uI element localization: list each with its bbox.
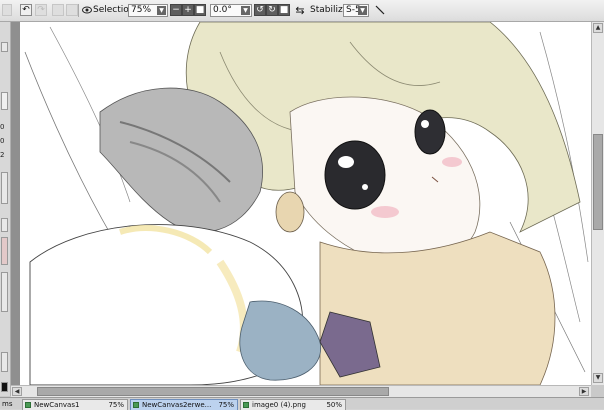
fill-icon[interactable] (66, 4, 78, 16)
vertical-scrollbar[interactable]: ▲ ▼ (591, 22, 604, 385)
canvas-tab-bar: ms NewCanvas1 75% NewCanvas2erwe... 75% … (0, 397, 604, 410)
chevron-down-icon: ▼ (241, 6, 250, 15)
toolbar: ↶ ↷ Selection 75% ▼ − + ■ 0.0° ▼ ↺ ↻ ■ ⇆… (0, 0, 604, 22)
canvas-area[interactable] (11, 22, 591, 385)
zoom-in-icon[interactable]: + (182, 4, 194, 16)
stabilizer-select[interactable]: S-5 ▼ (343, 4, 369, 17)
zoom-value: 75% (131, 5, 152, 15)
scroll-right-icon[interactable]: ▶ (579, 387, 589, 396)
panel-number: 0 (0, 137, 5, 145)
app-window: ↶ ↷ Selection 75% ▼ − + ■ 0.0° ▼ ↺ ↻ ■ ⇆… (0, 0, 604, 410)
eye-icon[interactable] (81, 4, 93, 16)
toolbar-grip (2, 4, 12, 16)
tab-newcanvas2[interactable]: NewCanvas2erwe... 75% (130, 399, 238, 410)
line-tool-icon[interactable] (374, 4, 386, 16)
flip-icon[interactable]: ⇆ (294, 4, 306, 16)
undo-icon[interactable]: ↶ (20, 4, 32, 16)
scroll-down-icon[interactable]: ▼ (593, 373, 603, 383)
zoom-select[interactable]: 75% ▼ (128, 4, 168, 17)
panel-slot[interactable] (1, 92, 8, 110)
horizontal-scroll-thumb[interactable] (37, 387, 389, 396)
tab-newcanvas1[interactable]: NewCanvas1 75% (22, 399, 128, 410)
zoom-out-icon[interactable]: − (170, 4, 182, 16)
chevron-down-icon: ▼ (358, 6, 367, 15)
chevron-down-icon: ▼ (157, 6, 166, 15)
panel-number: 0 (0, 123, 5, 131)
tab-image0[interactable]: image0 (4).png 50% (240, 399, 346, 410)
canvas-artwork[interactable] (20, 22, 591, 385)
left-panel: 0 0 2 (0, 22, 11, 396)
rotation-value: 0.0° (213, 5, 232, 15)
color-swatch[interactable] (1, 237, 8, 265)
rotate-reset-icon[interactable]: ■ (278, 4, 290, 16)
scroll-left-icon[interactable]: ◀ (12, 387, 22, 396)
zoom-reset-icon[interactable]: ■ (194, 4, 206, 16)
color-swatch[interactable] (1, 382, 8, 392)
panel-number: 2 (0, 151, 5, 159)
panel-slot[interactable] (1, 352, 8, 372)
panel-slider[interactable] (1, 272, 8, 312)
tab-lead-label: ms (2, 400, 13, 408)
rotate-cw-icon[interactable]: ↻ (266, 4, 278, 16)
vertical-scroll-thumb[interactable] (593, 134, 603, 230)
canvas-icon (133, 402, 139, 408)
separator (78, 4, 79, 17)
redo-icon[interactable]: ↷ (35, 4, 47, 16)
panel-slider[interactable] (1, 172, 8, 204)
rotation-select[interactable]: 0.0° ▼ (210, 4, 252, 17)
canvas-icon (25, 402, 31, 408)
panel-slot[interactable] (1, 218, 8, 232)
scroll-up-icon[interactable]: ▲ (593, 23, 603, 33)
canvas-icon (243, 402, 249, 408)
rotate-ccw-icon[interactable]: ↺ (254, 4, 266, 16)
horizontal-scrollbar[interactable]: ◀ ▶ (11, 385, 591, 397)
panel-slot[interactable] (1, 42, 8, 52)
clear-icon[interactable] (52, 4, 64, 16)
